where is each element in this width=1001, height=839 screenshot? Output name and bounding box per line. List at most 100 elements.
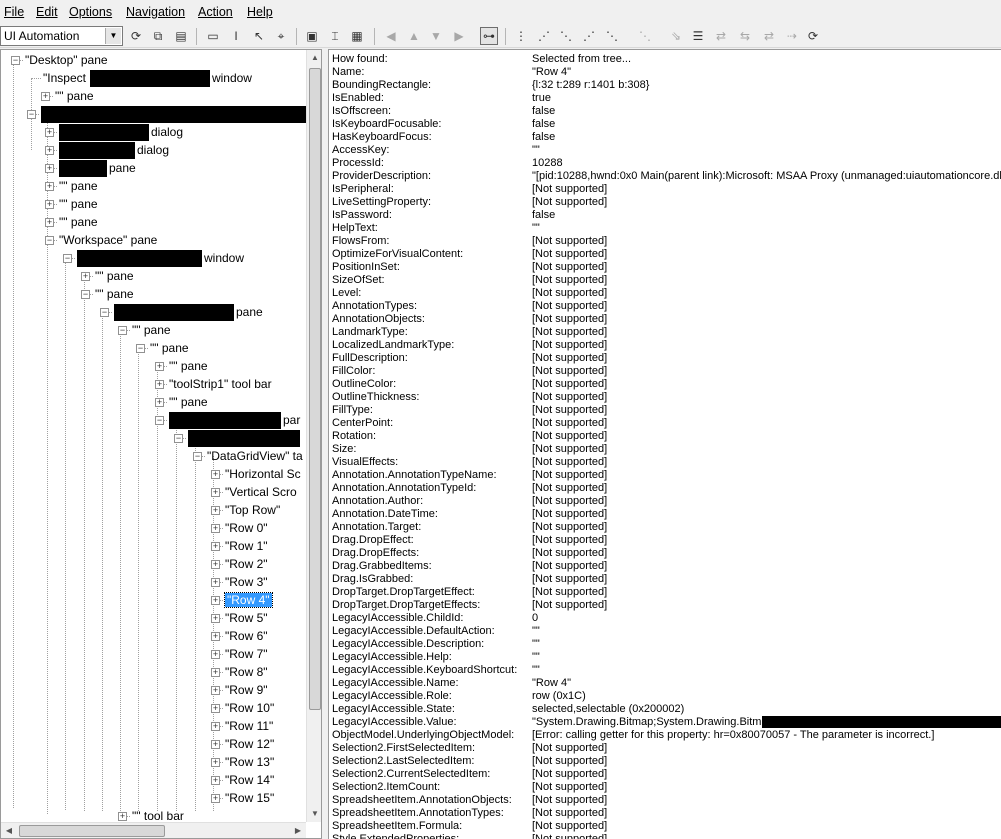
property-row[interactable]: IsPassword: false <box>329 209 1001 222</box>
tree-node[interactable]: + "Row 7" <box>211 645 268 663</box>
scroll-up-icon[interactable]: ▲ <box>307 50 321 66</box>
arrow-up-icon[interactable]: ▲ <box>405 27 423 45</box>
property-row[interactable]: ProcessId: 10288 <box>329 157 1001 170</box>
property-row[interactable]: LandmarkType: [Not supported] <box>329 326 1001 339</box>
collapse-icon[interactable]: − <box>11 56 20 65</box>
properties-pane[interactable]: How found: Selected from tree... Name: "Row… <box>328 49 1001 839</box>
tree-node[interactable]: − "Desktop" pane <box>11 51 108 69</box>
property-row[interactable]: VisualEffects: [Not supported] <box>329 456 1001 469</box>
expand-icon[interactable]: + <box>211 776 220 785</box>
action-disabled-icon[interactable]: ⇘ <box>667 27 685 45</box>
property-row[interactable]: FullDescription: [Not supported] <box>329 352 1001 365</box>
collapse-icon[interactable]: − <box>136 344 145 353</box>
tree-view-icon[interactable]: ⊶ <box>480 27 498 45</box>
element-tree[interactable]: − "Desktop" pane "Inspect window + "" pane − + d… <box>0 49 322 839</box>
expand-icon[interactable]: + <box>211 758 220 767</box>
action-disabled-icon-2[interactable]: ⇄ <box>712 27 730 45</box>
tree-node[interactable]: − par <box>155 411 300 430</box>
property-row[interactable]: LegacyIAccessible.Name: "Row 4" <box>329 677 1001 690</box>
show-tooltip-icon[interactable]: ▦ <box>348 27 366 45</box>
property-row[interactable]: SpreadsheetItem.Formula: [Not supported] <box>329 820 1001 833</box>
tree-node[interactable]: + "Row 3" <box>211 573 268 591</box>
property-row[interactable]: LegacyIAccessible.DefaultAction: "" <box>329 625 1001 638</box>
scroll-left-icon[interactable]: ◀ <box>1 823 17 838</box>
copy-icon[interactable]: ⧉ <box>149 27 167 45</box>
tree-node[interactable]: "Inspect window <box>43 69 252 88</box>
tree-node[interactable]: + "Row 1" <box>211 537 268 555</box>
tree-node[interactable]: − "" pane <box>81 285 134 303</box>
tree-node[interactable]: + "Row 4" <box>211 591 273 609</box>
expand-icon[interactable]: + <box>211 740 220 749</box>
chevron-down-icon[interactable]: ▼ <box>105 28 121 44</box>
tree-node[interactable]: − window <box>63 249 244 268</box>
property-row[interactable]: LegacyIAccessible.ChildId: 0 <box>329 612 1001 625</box>
tree-node[interactable]: − "Workspace" pane <box>45 231 157 249</box>
tree-node[interactable]: + "Row 2" <box>211 555 268 573</box>
expand-icon[interactable]: + <box>81 272 90 281</box>
property-row[interactable]: Drag.IsGrabbed: [Not supported] <box>329 573 1001 586</box>
menu-navigation[interactable]: Navigation <box>126 5 185 19</box>
tree-node[interactable]: − <box>27 105 306 124</box>
tree-node[interactable]: + "" pane <box>45 213 98 231</box>
property-row[interactable]: Selection2.LastSelectedItem: [Not support… <box>329 755 1001 768</box>
pointer-icon[interactable]: ↖ <box>250 27 268 45</box>
tree-node[interactable]: + dialog <box>45 123 183 142</box>
collapse-icon[interactable]: − <box>81 290 90 299</box>
refresh-tree-icon[interactable]: ⟳ <box>804 27 822 45</box>
action-disabled-icon-4[interactable]: ⇄ <box>760 27 778 45</box>
expand-icon[interactable]: + <box>211 506 220 515</box>
property-row[interactable]: AccessKey: "" <box>329 144 1001 157</box>
property-row[interactable]: Drag.DropEffect: [Not supported] <box>329 534 1001 547</box>
arrow-right-icon[interactable]: ▶ <box>450 27 468 45</box>
tree-node[interactable]: + "" pane <box>45 195 98 213</box>
tree-node[interactable]: + "Horizontal Sc <box>211 465 301 483</box>
collapse-icon[interactable]: − <box>45 236 54 245</box>
tree-node[interactable]: + "Vertical Scro <box>211 483 297 501</box>
property-row[interactable]: LegacyIAccessible.State: selected,selecta… <box>329 703 1001 716</box>
expand-icon[interactable]: + <box>45 146 54 155</box>
expand-icon[interactable]: + <box>45 182 54 191</box>
property-row[interactable]: IsKeyboardFocusable: false <box>329 118 1001 131</box>
scroll-right-icon[interactable]: ▶ <box>290 823 306 838</box>
collapse-icon[interactable]: − <box>155 416 164 425</box>
expand-icon[interactable]: + <box>211 596 220 605</box>
tree-node[interactable]: − "" pane <box>118 321 171 339</box>
expand-icon[interactable]: + <box>211 704 220 713</box>
tree-node[interactable]: + "Row 0" <box>211 519 268 537</box>
scroll-thumb[interactable] <box>19 825 165 837</box>
expand-icon[interactable]: + <box>45 218 54 227</box>
collapse-icon[interactable]: − <box>193 452 202 461</box>
property-row[interactable]: FillType: [Not supported] <box>329 404 1001 417</box>
expand-icon[interactable]: + <box>211 722 220 731</box>
action-list-icon[interactable]: ☰ <box>689 27 707 45</box>
property-row[interactable]: HasKeyboardFocus: false <box>329 131 1001 144</box>
property-row[interactable]: Style.ExtendedProperties: [Not supported] <box>329 833 1001 839</box>
expand-icon[interactable]: + <box>45 128 54 137</box>
caret-icon[interactable]: ⌶ <box>326 27 344 45</box>
property-row[interactable]: HelpText: "" <box>329 222 1001 235</box>
expand-icon[interactable]: + <box>211 632 220 641</box>
property-row[interactable]: How found: Selected from tree... <box>329 53 1001 66</box>
property-row[interactable]: OutlineColor: [Not supported] <box>329 378 1001 391</box>
property-row[interactable]: LegacyIAccessible.Description: "" <box>329 638 1001 651</box>
property-row[interactable]: ProviderDescription: "[pid:10288,hwnd:0x0… <box>329 170 1001 183</box>
tree-node[interactable]: + "Row 6" <box>211 627 268 645</box>
expand-icon[interactable]: + <box>41 92 50 101</box>
tree-node[interactable]: + "" pane <box>45 177 98 195</box>
tree-vertical-scrollbar[interactable]: ▲ ▼ <box>306 50 321 822</box>
tree-node[interactable]: + "" pane <box>81 267 134 285</box>
tree-horizontal-scrollbar[interactable]: ◀ ▶ <box>1 822 306 838</box>
action-disabled-icon-5[interactable]: ⇢ <box>783 27 801 45</box>
property-row[interactable]: LiveSettingProperty: [Not supported] <box>329 196 1001 209</box>
arrow-left-icon[interactable]: ◀ <box>382 27 400 45</box>
property-row[interactable]: AnnotationObjects: [Not supported] <box>329 313 1001 326</box>
menu-action[interactable]: Action <box>198 5 233 19</box>
property-row[interactable]: Selection2.ItemCount: [Not supported] <box>329 781 1001 794</box>
tree-node[interactable]: + "" pane <box>155 357 208 375</box>
property-row[interactable]: Annotation.Target: [Not supported] <box>329 521 1001 534</box>
watch-focus-icon[interactable]: ⌖ <box>272 27 290 45</box>
property-row[interactable]: IsPeripheral: [Not supported] <box>329 183 1001 196</box>
refresh-icon[interactable]: ⟳ <box>127 27 145 45</box>
expand-icon[interactable]: + <box>45 200 54 209</box>
property-row[interactable]: IsEnabled: true <box>329 92 1001 105</box>
